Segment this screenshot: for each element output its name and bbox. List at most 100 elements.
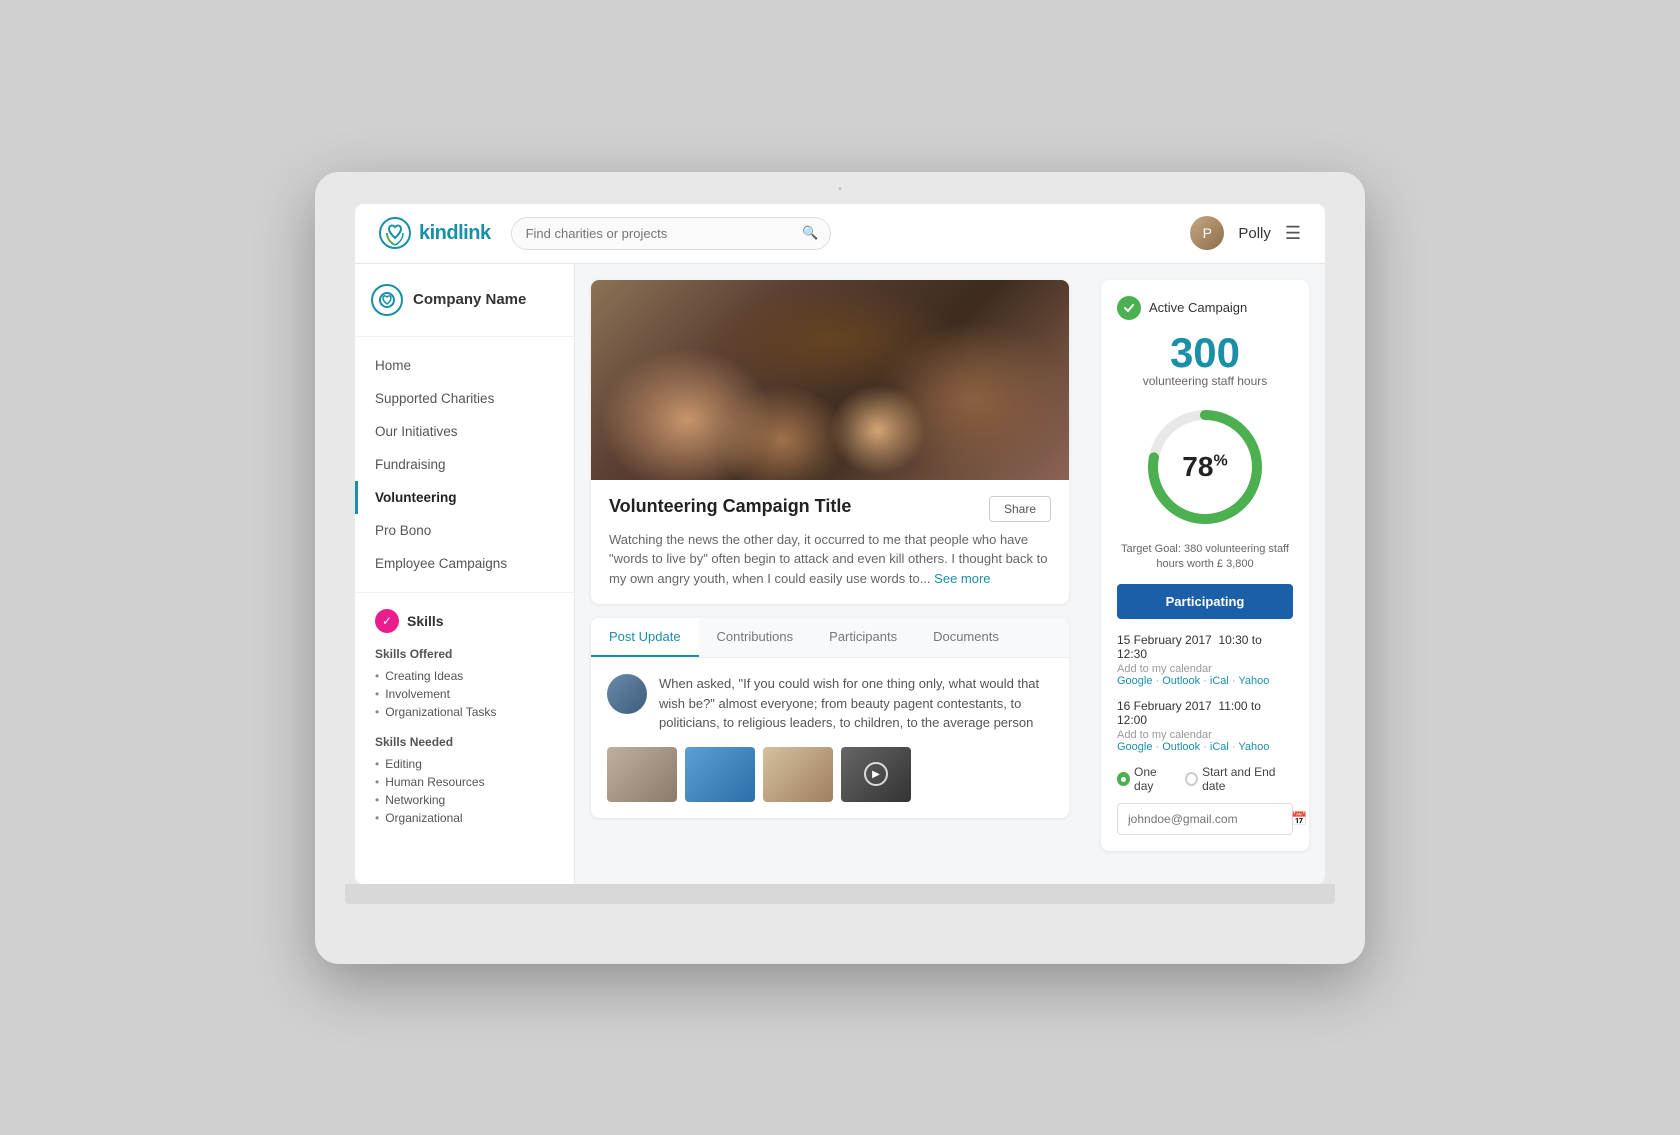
sidebar-item-fundraising[interactable]: Fundraising xyxy=(355,448,574,481)
donut-percent-text: 78% xyxy=(1182,451,1227,483)
list-item: Creating Ideas xyxy=(375,667,554,685)
list-item: Editing xyxy=(375,755,554,773)
active-campaign-label: Active Campaign xyxy=(1149,300,1247,315)
top-navigation: kindlink 🔍 P Polly ☰ xyxy=(355,204,1325,264)
hours-label: volunteering staff hours xyxy=(1117,374,1293,388)
start-end-date-option[interactable]: Start and End date xyxy=(1185,765,1293,793)
google-calendar-link[interactable]: Google xyxy=(1117,675,1152,687)
right-panel: Active Campaign 300 volunteering staff h… xyxy=(1085,264,1325,884)
hours-number: 300 xyxy=(1117,332,1293,374)
sidebar-item-home[interactable]: Home xyxy=(355,349,574,382)
donut-chart: 78% xyxy=(1117,402,1293,532)
media-thumbnail[interactable] xyxy=(685,747,755,802)
list-item: Networking xyxy=(375,791,554,809)
play-icon: ▶ xyxy=(864,762,888,786)
campaign-stats-card: Active Campaign 300 volunteering staff h… xyxy=(1101,280,1309,852)
event-date: 15 February 2017 10:30 to 12:30 xyxy=(1117,633,1293,661)
percent-value: 78 xyxy=(1182,451,1213,482)
sidebar-item-our-initiatives[interactable]: Our Initiatives xyxy=(355,415,574,448)
tab-documents[interactable]: Documents xyxy=(915,618,1017,657)
kindlink-logo-icon xyxy=(379,217,411,249)
campaign-title: Volunteering Campaign Title xyxy=(609,496,851,517)
list-item: Organizational xyxy=(375,809,554,827)
sidebar-item-supported-charities[interactable]: Supported Charities xyxy=(355,382,574,415)
company-icon xyxy=(371,284,403,316)
tab-contributions[interactable]: Contributions xyxy=(699,618,812,657)
list-item: Involvement xyxy=(375,685,554,703)
logo-text: kindlink xyxy=(419,222,491,245)
post-item: When asked, "If you could wish for one t… xyxy=(607,674,1053,733)
yahoo-calendar-link-2[interactable]: Yahoo xyxy=(1238,741,1269,753)
one-day-option[interactable]: One day xyxy=(1117,765,1175,793)
calendar-links-2: Add to my calendar Google· Outlook· iCal… xyxy=(1117,729,1293,753)
media-thumbnail[interactable] xyxy=(763,747,833,802)
calendar-event-1: 15 February 2017 10:30 to 12:30 Add to m… xyxy=(1117,633,1293,687)
tabs-container: Post Update Contributions Participants D… xyxy=(591,618,1069,818)
outlook-calendar-link[interactable]: Outlook xyxy=(1162,675,1200,687)
participating-button[interactable]: Participating xyxy=(1117,584,1293,619)
event-date: 16 February 2017 11:00 to 12:00 xyxy=(1117,699,1293,727)
tab-content: When asked, "If you could wish for one t… xyxy=(591,658,1069,818)
campaign-info: Volunteering Campaign Title Share Watchi… xyxy=(591,480,1069,605)
radio-empty-icon xyxy=(1185,772,1198,786)
calendar-links: Add to my calendar Google· Outlook· iCal… xyxy=(1117,663,1293,687)
campaign-description: Watching the news the other day, it occu… xyxy=(609,530,1051,589)
ical-calendar-link-2[interactable]: iCal xyxy=(1210,741,1229,753)
see-more-link[interactable]: See more xyxy=(934,571,990,586)
avatar xyxy=(607,674,647,714)
tab-participants[interactable]: Participants xyxy=(811,618,915,657)
search-icon: 🔍 xyxy=(802,225,818,241)
radio-filled-icon xyxy=(1117,772,1130,786)
media-thumbnail[interactable] xyxy=(607,747,677,802)
avatar: P xyxy=(1190,216,1224,250)
date-options: One day Start and End date xyxy=(1117,765,1293,793)
skills-title: Skills xyxy=(407,613,444,629)
sidebar: Company Name Home Supported Charities Ou… xyxy=(355,264,575,884)
email-input-row: 📅 xyxy=(1117,803,1293,835)
post-text: When asked, "If you could wish for one t… xyxy=(659,674,1053,733)
skills-needed-list: Editing Human Resources Networking Organ… xyxy=(375,755,554,827)
skills-offered-list: Creating Ideas Involvement Organizationa… xyxy=(375,667,554,721)
laptop-base xyxy=(345,884,1335,904)
sidebar-item-employee-campaigns[interactable]: Employee Campaigns xyxy=(355,547,574,580)
media-grid: ▶ xyxy=(607,747,1053,802)
nav-menu: Home Supported Charities Our Initiatives… xyxy=(355,337,574,593)
target-text: Target Goal: 380 volunteering staff hour… xyxy=(1117,542,1293,573)
logo-area: kindlink xyxy=(379,217,491,249)
yahoo-calendar-link[interactable]: Yahoo xyxy=(1238,675,1269,687)
company-section: Company Name xyxy=(355,284,574,337)
active-campaign-badge: Active Campaign xyxy=(1117,296,1293,320)
skills-offered-label: Skills Offered xyxy=(375,647,554,661)
share-button[interactable]: Share xyxy=(989,496,1051,522)
user-name: Polly xyxy=(1238,225,1271,242)
ical-calendar-link[interactable]: iCal xyxy=(1210,675,1229,687)
search-bar[interactable]: 🔍 xyxy=(511,217,831,250)
outlook-calendar-link-2[interactable]: Outlook xyxy=(1162,741,1200,753)
sidebar-item-volunteering[interactable]: Volunteering xyxy=(355,481,574,514)
sidebar-item-pro-bono[interactable]: Pro Bono xyxy=(355,514,574,547)
main-layout: Company Name Home Supported Charities Ou… xyxy=(355,264,1325,884)
campaign-title-row: Volunteering Campaign Title Share xyxy=(609,496,1051,522)
tab-post-update[interactable]: Post Update xyxy=(591,618,699,657)
search-input[interactable] xyxy=(511,217,831,250)
email-field[interactable] xyxy=(1128,812,1283,826)
skills-section: ✓ Skills Skills Offered Creating Ideas I… xyxy=(355,593,574,857)
hamburger-menu-icon[interactable]: ☰ xyxy=(1285,223,1301,244)
main-content: Volunteering Campaign Title Share Watchi… xyxy=(575,264,1085,884)
tabs-header: Post Update Contributions Participants D… xyxy=(591,618,1069,658)
list-item: Organizational Tasks xyxy=(375,703,554,721)
nav-right: P Polly ☰ xyxy=(1190,216,1301,250)
calendar-event-2: 16 February 2017 11:00 to 12:00 Add to m… xyxy=(1117,699,1293,753)
calendar-icon: 📅 xyxy=(1291,811,1307,827)
hero-image-overlay xyxy=(591,280,1069,480)
google-calendar-link-2[interactable]: Google xyxy=(1117,741,1152,753)
list-item: Human Resources xyxy=(375,773,554,791)
video-thumbnail[interactable]: ▶ xyxy=(841,747,911,802)
skills-needed-label: Skills Needed xyxy=(375,735,554,749)
company-name: Company Name xyxy=(413,291,526,308)
skills-header: ✓ Skills xyxy=(375,609,554,633)
active-campaign-icon xyxy=(1117,296,1141,320)
campaign-card: Volunteering Campaign Title Share Watchi… xyxy=(591,280,1069,605)
percent-sign: % xyxy=(1213,452,1227,469)
skills-badge-icon: ✓ xyxy=(375,609,399,633)
